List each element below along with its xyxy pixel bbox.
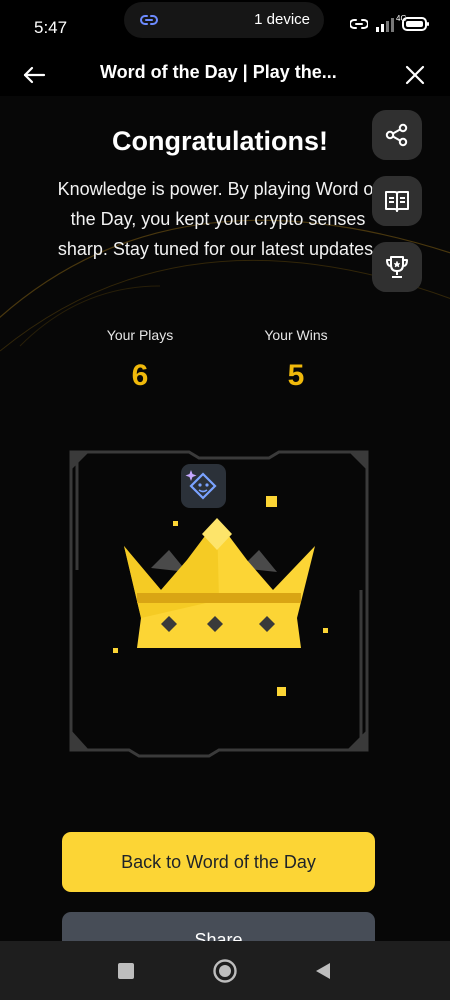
- app-bar: Word of the Day | Play the...: [0, 56, 450, 96]
- status-bar: 5:47 1 device 4G: [0, 0, 450, 56]
- sparkle-face-icon: [181, 464, 226, 508]
- home-icon: [213, 959, 237, 983]
- plays-label: Your Plays: [106, 327, 174, 343]
- wins-label: Your Wins: [264, 327, 328, 343]
- crown-illustration: [69, 450, 369, 758]
- system-icons: 4G: [350, 14, 430, 32]
- hotspot-icon: [350, 19, 368, 29]
- home-button[interactable]: [209, 955, 241, 987]
- close-icon[interactable]: [400, 60, 430, 90]
- status-time: 5:47: [34, 18, 68, 37]
- link-icon: [140, 15, 158, 25]
- page-title: Word of the Day | Play the...: [100, 62, 337, 82]
- share-fab[interactable]: [372, 110, 422, 160]
- back-to-word-of-the-day-button[interactable]: Back to Word of the Day: [62, 832, 375, 892]
- trophy-icon: [386, 256, 408, 278]
- signal-icon: 4G: [374, 14, 407, 32]
- share-button[interactable]: Share: [62, 912, 375, 941]
- device-count: 1 device: [254, 11, 310, 28]
- result-description: Knowledge is power. By playing Word of t…: [57, 179, 379, 259]
- leaderboard-fab[interactable]: [372, 242, 422, 292]
- share-icon: [385, 123, 408, 147]
- device-pill[interactable]: 1 device: [124, 2, 324, 38]
- arrow-left-icon[interactable]: [20, 60, 50, 90]
- book-icon: [385, 191, 409, 212]
- wins-value: 5: [287, 359, 305, 392]
- network-label: 4G: [396, 14, 407, 23]
- system-nav-bar: [0, 941, 450, 1000]
- recents-icon: [118, 963, 134, 979]
- plays-value: 6: [131, 359, 149, 392]
- nav-back-button[interactable]: [307, 955, 339, 987]
- rules-fab[interactable]: [372, 176, 422, 226]
- result-content: Congratulations! Knowledge is power. By …: [0, 96, 450, 941]
- back-icon: [316, 963, 330, 979]
- recents-button[interactable]: [110, 955, 142, 987]
